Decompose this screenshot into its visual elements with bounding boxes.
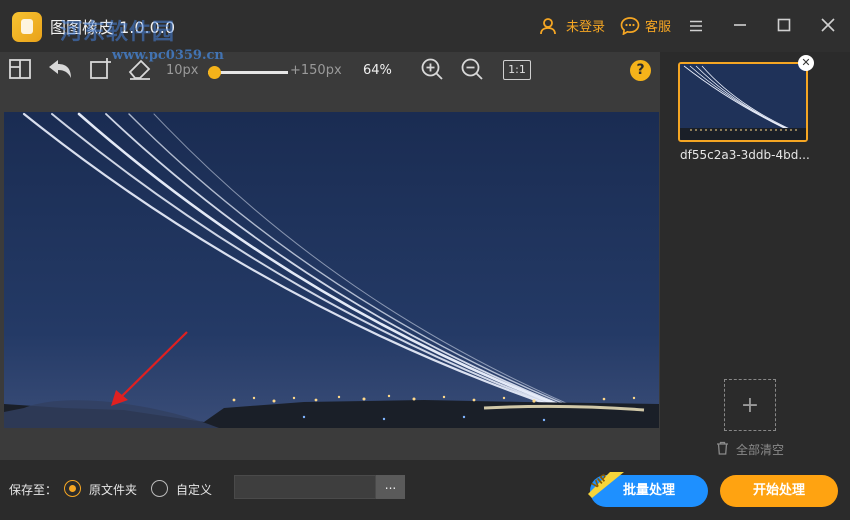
browse-button[interactable]: ... (376, 475, 405, 499)
brush-max-label: +150px (290, 63, 342, 78)
compare-icon (8, 57, 32, 85)
maximize-icon (777, 17, 791, 36)
crop-icon (88, 57, 112, 85)
save-to-label: 保存至： (9, 483, 58, 497)
watermark: 河东软件园 (60, 19, 176, 45)
toolbar: 10px +150px 64% 1:1 ? (0, 52, 660, 90)
compare-button[interactable] (6, 57, 34, 85)
output-path-input[interactable] (234, 475, 376, 499)
clear-all-label: 全部清空 (736, 443, 785, 457)
minimize-icon (733, 17, 747, 36)
zoom-out-button[interactable] (458, 57, 486, 85)
add-file-button[interactable]: + (724, 379, 776, 431)
menu-button[interactable] (684, 14, 708, 38)
user-icon (539, 17, 557, 35)
watermark-url: www.pc0359.cn (112, 48, 224, 63)
zoom-value: 64% (363, 63, 392, 78)
login-button[interactable]: 未登录 (539, 16, 605, 35)
app-logo (12, 12, 42, 42)
bottom-bar: 保存至： 原文件夹 自定义 ... 批量处理 VIP 开始处理 (0, 460, 850, 520)
radio-custom-folder[interactable] (151, 480, 168, 497)
app-window: 图图橡皮 1.0.0.0 河东软件园 未登录 客服 10px +150px 64… (0, 0, 850, 520)
image-canvas[interactable] (0, 90, 660, 460)
edited-photo[interactable] (4, 112, 659, 428)
menu-icon (689, 17, 703, 36)
file-list-panel: ✕ df55c2a3-3ddb-4bd... + 全部清空 (660, 52, 850, 460)
brush-min-label: 10px (166, 63, 199, 78)
clear-all-button[interactable]: 全部清空 (716, 441, 784, 458)
custom-folder-label[interactable]: 自定义 (176, 481, 212, 498)
minimize-button[interactable] (728, 14, 752, 38)
close-button[interactable] (816, 14, 840, 38)
service-label: 客服 (645, 20, 672, 35)
start-process-button[interactable]: 开始处理 (720, 475, 838, 507)
close-icon (821, 17, 835, 36)
vip-badge: VIP (588, 472, 626, 498)
help-button[interactable]: ? (630, 60, 651, 81)
zoom-out-icon (460, 57, 484, 85)
zoom-in-icon (420, 57, 444, 85)
maximize-button[interactable] (772, 14, 796, 38)
service-button[interactable]: 客服 (620, 16, 671, 35)
file-thumbnail[interactable] (678, 62, 808, 142)
zoom-in-button[interactable] (418, 57, 446, 85)
undo-button[interactable] (46, 57, 74, 85)
brush-size-thumb[interactable] (208, 66, 221, 79)
title-bar: 图图橡皮 1.0.0.0 河东软件园 未登录 客服 (0, 0, 850, 52)
chat-icon (620, 16, 640, 35)
crop-button[interactable] (86, 57, 114, 85)
trash-icon (716, 441, 729, 458)
undo-icon (47, 58, 73, 84)
radio-original-folder[interactable] (64, 480, 81, 497)
original-folder-label[interactable]: 原文件夹 (89, 481, 137, 498)
actual-size-button[interactable]: 1:1 (503, 60, 531, 80)
file-name: df55c2a3-3ddb-4bd... (680, 148, 810, 162)
login-label: 未登录 (566, 20, 606, 35)
remove-file-button[interactable]: ✕ (798, 55, 814, 71)
